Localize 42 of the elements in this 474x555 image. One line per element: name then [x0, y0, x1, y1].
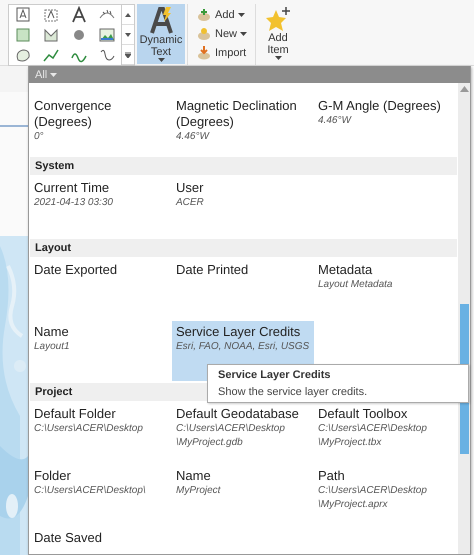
- picture-icon[interactable]: [98, 26, 116, 44]
- dynamic-text-item[interactable]: Date Saved: [30, 527, 172, 554]
- letter-bolt-icon: [147, 6, 175, 34]
- caret-icon: [274, 56, 282, 60]
- polygon-icon[interactable]: [42, 26, 60, 44]
- plus-icon: [196, 8, 212, 22]
- section-header: System: [30, 157, 457, 175]
- dynamic-text-item[interactable]: User ACER: [172, 177, 314, 237]
- dynamic-text-item[interactable]: Default Geodatabase C:\Users\ACER\Desktop \MyProject.gdb: [172, 403, 314, 463]
- add-item-button[interactable]: Add Item: [258, 4, 298, 64]
- scrollbar[interactable]: [458, 83, 470, 554]
- caret-icon: [50, 72, 58, 76]
- section-header: Layout: [30, 239, 457, 257]
- dynamic-text-item[interactable]: Name MyProject: [172, 465, 314, 525]
- down-arrow-icon: [125, 32, 131, 36]
- dynamic-text-item[interactable]: G-M Angle (Degrees) 4.46°W: [314, 95, 456, 155]
- letter-icon[interactable]: [70, 6, 88, 24]
- dynamic-text-item[interactable]: Default Toolbox C:\Users\ACER\Desktop \MyProject.tbx: [314, 403, 456, 463]
- dynamic-text-item[interactable]: Convergence (Degrees) 0°: [30, 95, 172, 155]
- add-button[interactable]: Add: [194, 6, 250, 24]
- dynamic-text-item[interactable]: Folder C:\Users\ACER\Desktop\: [30, 465, 172, 525]
- dynamic-text-item[interactable]: Name Layout1: [30, 321, 172, 381]
- dynamic-text-item[interactable]: Current Time 2021-04-13 03:30: [30, 177, 172, 237]
- dynamic-text-button[interactable]: Dynamic Text: [137, 4, 185, 64]
- import-button[interactable]: Import: [194, 44, 250, 62]
- caret-icon: [238, 13, 245, 17]
- dynamic-text-item[interactable]: Date Exported: [30, 259, 172, 319]
- dynamic-text-item[interactable]: Date Printed: [172, 259, 314, 319]
- dynamic-text-item[interactable]: Path C:\Users\ACER\Desktop \MyProject.aprx: [314, 465, 456, 525]
- dynamic-text-item[interactable]: Metadata Layout Metadata: [314, 259, 456, 319]
- dynamic-text-item[interactable]: Default Folder C:\Users\ACER\Desktop: [30, 403, 172, 463]
- rectangle-icon[interactable]: [14, 26, 32, 44]
- tooltip-text: Show the service layer credits.: [218, 386, 368, 398]
- caret-icon: [158, 58, 164, 62]
- down-arrow-icon: [196, 46, 212, 60]
- new-button[interactable]: New: [194, 25, 250, 43]
- expand-icon: [125, 52, 131, 58]
- dynamic-text-item[interactable]: Magnetic Declination (Degrees) 4.46°W: [172, 95, 314, 155]
- star-plus-icon: [264, 6, 292, 32]
- up-arrow-icon: [125, 12, 131, 16]
- caret-icon: [240, 32, 248, 36]
- text-icon[interactable]: [14, 6, 32, 24]
